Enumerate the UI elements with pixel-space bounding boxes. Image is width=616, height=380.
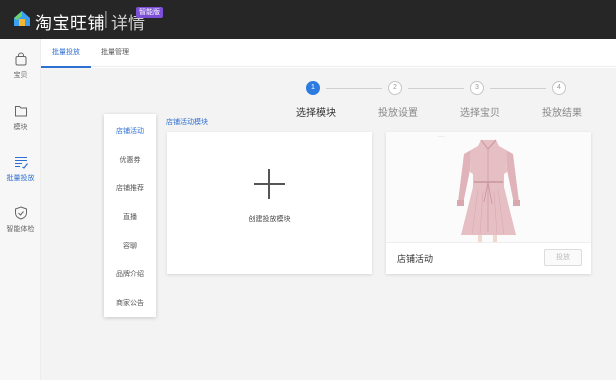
shield-check-icon	[14, 206, 27, 220]
tab-batch-manage[interactable]: 批量管理	[101, 39, 129, 67]
step-3-label: 选择宝贝	[460, 108, 500, 119]
deploy-button[interactable]: 投放	[544, 249, 582, 266]
step-4-circle: 4	[552, 81, 566, 95]
module-category-menu: 店铺活动 优惠券 店铺推荐 直播 容聊 品牌介绍 商家公告	[104, 114, 156, 317]
category-store-notice[interactable]: 商家公告	[104, 298, 156, 308]
step-2-label: 投放设置	[378, 108, 418, 119]
category-live[interactable]: 直播	[104, 212, 156, 222]
template-card[interactable]: - - - 店铺活动 投放	[386, 132, 591, 274]
left-sidebar: 宝贝 模块 批量投放 智能体检	[0, 39, 41, 380]
sidebar-item-label: 智能体检	[6, 226, 35, 233]
tab-bar: 批量投放 批量管理	[41, 39, 616, 67]
step-1-circle: 1	[306, 81, 320, 95]
create-module-label: 创建投放模块	[248, 216, 291, 223]
store-logo-icon	[14, 11, 30, 26]
sidebar-item-modules[interactable]: 模块	[0, 104, 41, 132]
card-divider	[386, 242, 591, 243]
step-2-circle: 2	[388, 81, 402, 95]
image-tag: - - -	[438, 133, 445, 138]
create-module-card[interactable]: 创建投放模块	[167, 132, 372, 274]
category-store-recommend[interactable]: 店铺推荐	[104, 183, 156, 193]
sidebar-item-label: 模块	[13, 124, 28, 131]
category-brand-intro[interactable]: 品牌介绍	[104, 269, 156, 279]
sidebar-item-label: 批量投放	[6, 175, 35, 182]
dress-image	[457, 139, 520, 242]
template-preview-image: - - -	[386, 132, 591, 242]
step-connector	[326, 88, 382, 89]
tab-batch-deploy[interactable]: 批量投放	[52, 39, 80, 67]
plus-icon	[268, 169, 270, 199]
category-coupon[interactable]: 优惠券	[104, 155, 156, 165]
bag-icon	[15, 52, 26, 66]
top-bar: 淘宝旺铺 | 详情 智能版	[0, 0, 616, 39]
sidebar-item-items[interactable]: 宝贝	[0, 52, 41, 80]
category-chat[interactable]: 容聊	[104, 241, 156, 251]
step-connector	[408, 88, 464, 89]
template-name: 店铺活动	[397, 254, 434, 264]
sidebar-item-smart-check[interactable]: 智能体检	[0, 206, 41, 234]
list-edit-icon	[14, 156, 28, 169]
category-store-activity[interactable]: 店铺活动	[104, 126, 156, 136]
step-1-label: 选择模块	[296, 108, 336, 119]
step-connector	[490, 88, 546, 89]
sidebar-item-batch-deploy[interactable]: 批量投放	[0, 155, 41, 183]
folder-icon	[14, 106, 27, 117]
brand-name: 淘宝旺铺	[35, 14, 105, 34]
version-badge: 智能版	[136, 7, 163, 18]
step-4-label: 投放结果	[542, 108, 582, 119]
brand-separator: |	[103, 9, 109, 29]
step-3-circle: 3	[470, 81, 484, 95]
sidebar-item-label: 宝贝	[13, 72, 28, 79]
section-title: 店铺活动模块	[166, 119, 208, 126]
